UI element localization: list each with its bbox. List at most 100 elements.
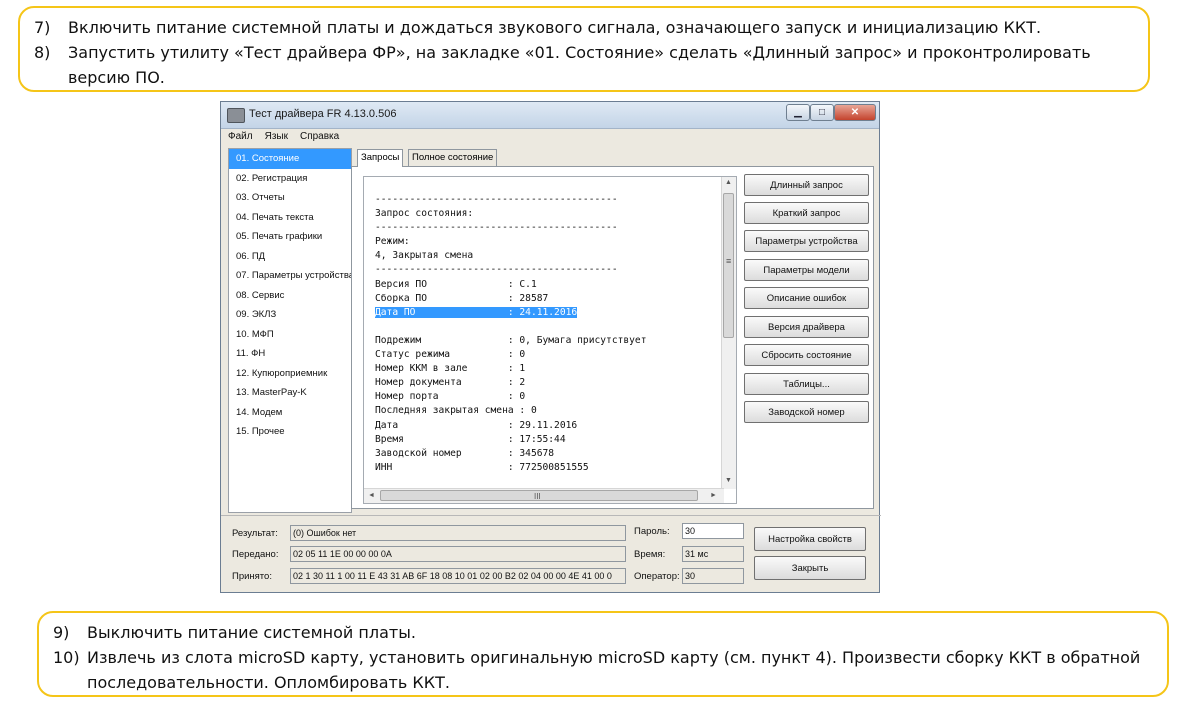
sidebar-item-device-params[interactable]: 07. Параметры устройства [229, 266, 351, 286]
log-line: Номер документа : 2 [375, 377, 526, 389]
menu-language[interactable]: Язык [258, 129, 293, 142]
operator-field: 30 [682, 568, 744, 584]
scroll-left-icon[interactable]: ◄ [368, 492, 375, 499]
tab-requests[interactable]: Запросы [357, 149, 404, 167]
log-line: Дата ПО : 24.11.2016 [375, 306, 646, 320]
log-line: Заводской номер : 345678 [375, 447, 555, 459]
short-request-button[interactable]: Краткий запрос [744, 202, 869, 224]
step-text: Выключить питание системной платы. [87, 623, 416, 642]
step-8: 8) Запустить утилиту «Тест драйвера ФР»,… [34, 40, 1134, 65]
step-text: Включить питание системной платы и дожда… [68, 18, 1042, 37]
serial-number-button[interactable]: Заводской номер [744, 401, 869, 423]
tables-button[interactable]: Таблицы... [744, 373, 869, 395]
log-line: Дата : 29.11.2016 [375, 419, 578, 431]
log-line: Запрос состояния: [375, 208, 474, 220]
log-line: Время : 17:55:44 [375, 433, 566, 445]
operator-label: Оператор: [634, 571, 680, 582]
sidebar-item-registration[interactable]: 02. Регистрация [229, 169, 351, 189]
log-line: Версия ПО : C.1 [375, 278, 537, 290]
log-line: Последняя закрытая смена : 0 [375, 405, 537, 417]
highlighted-log-text: Дата ПО : 24.11.2016 [375, 306, 578, 318]
sidebar-item-eklz[interactable]: 09. ЭКЛЗ [229, 305, 351, 325]
sidebar-item-pd[interactable]: 06. ПД [229, 247, 351, 267]
log-line: Режим: [375, 236, 410, 248]
vertical-scroll-thumb[interactable]: ≡ [723, 193, 734, 338]
log-line: ----------------------------------------… [375, 222, 618, 234]
step-10-continuation: последовательности. Опломбировать ККТ. [87, 673, 450, 692]
step-7: 7) Включить питание системной платы и до… [34, 15, 1134, 40]
sidebar-item-modem[interactable]: 14. Модем [229, 403, 351, 423]
received-field: 02 1 30 11 1 00 11 E 43 31 AB 6F 18 08 1… [290, 568, 626, 584]
title-bar[interactable]: Тест драйвера FR 4.13.0.506 ▁ □ ✕ [221, 102, 879, 129]
scroll-grip-text: III [534, 492, 541, 501]
sidebar-item-reports[interactable]: 03. Отчеты [229, 188, 351, 208]
vertical-scrollbar[interactable]: ▲ ≡ ▼ [721, 177, 736, 489]
driver-test-window: Тест драйвера FR 4.13.0.506 ▁ □ ✕ Файл Яз… [220, 101, 881, 593]
step-8-continuation: версию ПО. [68, 68, 165, 87]
step-text: Запустить утилиту «Тест драйвера ФР», на… [68, 43, 1091, 62]
sidebar-item-mfp[interactable]: 10. МФП [229, 325, 351, 345]
sent-label: Передано: [232, 549, 279, 560]
step-number: 9) [53, 623, 70, 642]
scroll-up-icon[interactable]: ▲ [725, 179, 732, 186]
sent-field: 02 05 11 1E 00 00 00 0A [290, 546, 626, 562]
step-10: 10) Извлечь из слота microSD карту, уста… [53, 645, 1153, 670]
step-text: Извлечь из слота microSD карту, установи… [87, 648, 1141, 667]
log-line: Сборка ПО : 28587 [375, 292, 549, 304]
instruction-box-top: 7) Включить питание системной платы и до… [18, 6, 1150, 92]
properties-button[interactable]: Настройка свойств [754, 527, 866, 551]
device-params-button[interactable]: Параметры устройства [744, 230, 869, 252]
log-line: Номер ККМ в зале : 1 [375, 363, 526, 375]
sidebar-item-masterpay[interactable]: 13. MasterPay-K [229, 383, 351, 403]
password-label: Пароль: [634, 526, 670, 537]
log-line: ----------------------------------------… [375, 194, 618, 205]
close-button[interactable]: ✕ [834, 104, 876, 121]
scroll-down-icon[interactable]: ▼ [725, 477, 732, 484]
sidebar-item-other[interactable]: 15. Прочее [229, 422, 351, 442]
sidebar-item-print-text[interactable]: 04. Печать текста [229, 208, 351, 228]
log-line: Подрежим : 0, Бумага присутствует [375, 334, 647, 346]
time-field: 31 мс [682, 546, 744, 562]
section-list: 01. Состояние 02. Регистрация 03. Отчеты… [228, 148, 352, 513]
horizontal-scroll-thumb[interactable]: III [380, 490, 698, 501]
step-number: 10) [53, 648, 80, 667]
log-line: ----------------------------------------… [375, 264, 618, 276]
maximize-button[interactable]: □ [810, 104, 834, 121]
status-divider [221, 515, 881, 516]
step-9: 9) Выключить питание системной платы. [53, 620, 1153, 645]
printer-icon [227, 108, 245, 123]
scroll-right-icon[interactable]: ► [710, 492, 717, 499]
sidebar-item-print-graphics[interactable]: 05. Печать графики [229, 227, 351, 247]
error-description-button[interactable]: Описание ошибок [744, 287, 869, 309]
menu-help[interactable]: Справка [293, 129, 344, 142]
minimize-button[interactable]: ▁ [786, 104, 810, 121]
time-label: Время: [634, 549, 666, 560]
instruction-box-bottom: 9) Выключить питание системной платы. 10… [37, 611, 1169, 697]
log-line: Статус режима : 0 [375, 349, 526, 361]
received-label: Принято: [232, 571, 272, 582]
response-log[interactable]: ----------------------------------------… [363, 176, 737, 504]
reset-state-button[interactable]: Сбросить состояние [744, 344, 869, 366]
menu-file[interactable]: Файл [221, 129, 258, 142]
grip-icon: ≡ [726, 256, 732, 266]
driver-version-button[interactable]: Версия драйвера [744, 316, 869, 338]
result-field: (0) Ошибок нет [290, 525, 626, 541]
step-number: 7) [34, 18, 51, 37]
tab-full-state[interactable]: Полное состояние [408, 149, 498, 166]
step-number: 8) [34, 43, 51, 62]
sidebar-item-service[interactable]: 08. Сервис [229, 286, 351, 306]
horizontal-scrollbar[interactable]: ◄ III ► [364, 488, 724, 503]
password-input[interactable]: 30 [682, 523, 744, 539]
result-label: Результат: [232, 528, 278, 539]
menu-bar: Файл Язык Справка [221, 129, 879, 146]
model-params-button[interactable]: Параметры модели [744, 259, 869, 281]
sidebar-item-state[interactable]: 01. Состояние [229, 149, 351, 169]
sidebar-item-bill-acceptor[interactable]: 12. Купюроприемник [229, 364, 351, 384]
close-app-button[interactable]: Закрыть [754, 556, 866, 580]
sidebar-item-fn[interactable]: 11. ФН [229, 344, 351, 364]
long-request-button[interactable]: Длинный запрос [744, 174, 869, 196]
log-line: ИНН : 772500851555 [375, 461, 589, 473]
log-line: Номер порта : 0 [375, 391, 526, 403]
log-line: 4, Закрытая смена [375, 250, 474, 262]
